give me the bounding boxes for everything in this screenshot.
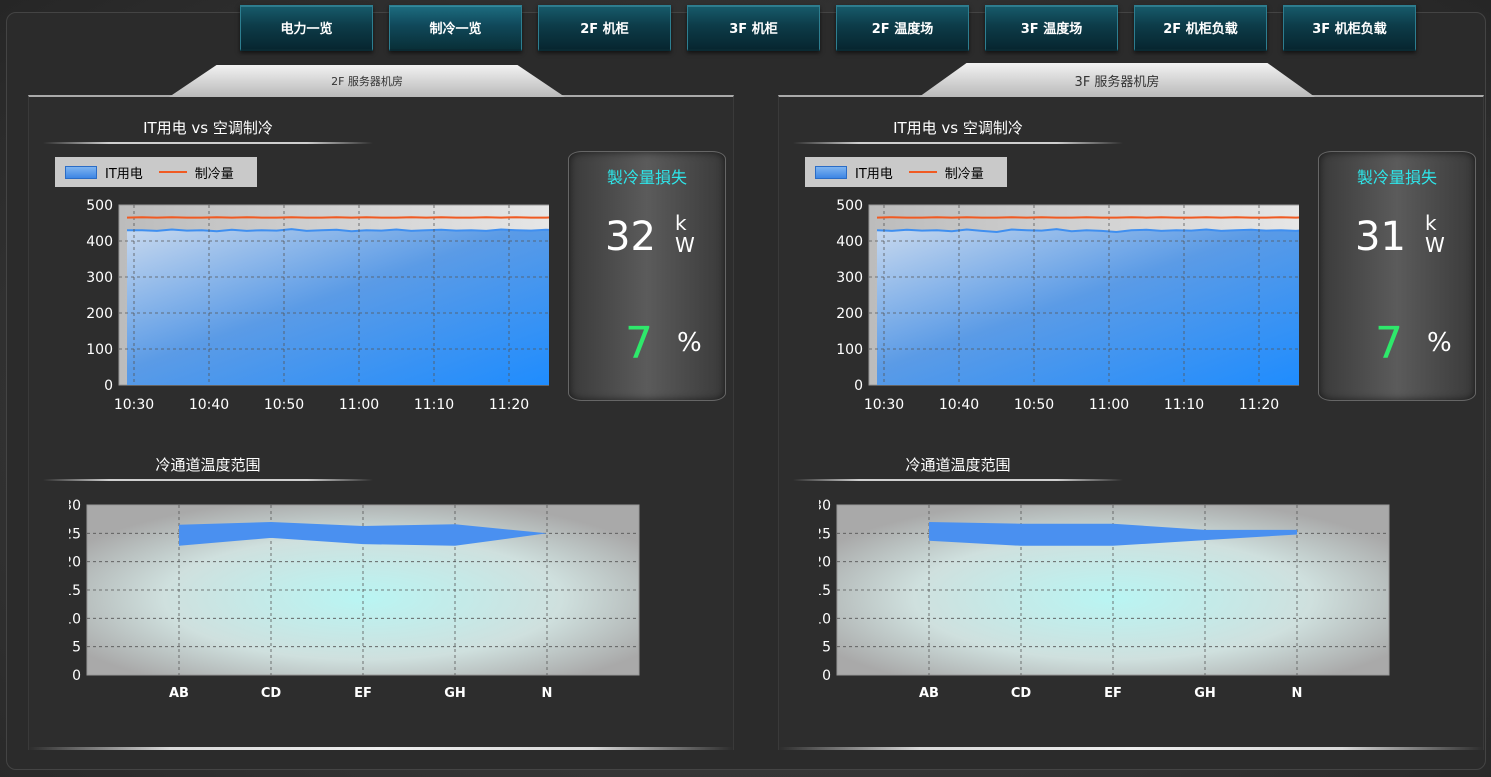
x-tick-label: 11:20: [489, 397, 529, 413]
it-power-area: [877, 229, 1299, 385]
x-tick-label: 11:20: [1239, 397, 1279, 413]
panel-2f-server-room: 2F 服务器机房 IT用电 vs 空调制冷 IT用电 制冷量 0 100 200 30…: [28, 65, 734, 750]
cooling-loss-percent-unit: %: [1427, 328, 1452, 358]
cooling-loss-percent-value: 7: [1375, 318, 1403, 369]
it-vs-cooling-title: IT用电 vs 空调制冷: [893, 119, 1023, 137]
y-tick-label: 200: [86, 306, 113, 322]
y-tick-label: 300: [86, 270, 113, 286]
x-tick-label: 10:30: [114, 397, 154, 413]
panel-3f-server-room: 3F 服务器机房 IT用电 vs 空调制冷 IT用电 制冷量 0 100 200 30…: [778, 63, 1484, 750]
it-vs-cooling-chart: 0 100 200 300 400 500 10:30 10:40 10:50 11:00 11:1…: [836, 198, 1299, 413]
legend-cooling-swatch: [908, 171, 937, 173]
x-tick-label: N: [1292, 686, 1303, 701]
x-tick-label: 11:10: [1164, 397, 1204, 413]
cooling-loss-card: 製冷量損失 31 kW 7 %: [1318, 151, 1476, 401]
cold-aisle-temp-chart: 0 5 10 15 20 25 30 AB CD EF GH N: [819, 498, 1390, 701]
x-tick-label: 10:30: [864, 397, 904, 413]
x-tick-label: GH: [444, 686, 466, 701]
y-tick-label: 100: [836, 342, 863, 358]
y-tick-label: 0: [854, 378, 863, 394]
legend-it-label: IT用电: [855, 166, 893, 182]
cold-aisle-temp-title: 冷通道温度范围: [155, 456, 261, 474]
y-tick-label: 100: [86, 342, 113, 358]
x-tick-label: 10:50: [1014, 397, 1054, 413]
it-power-area: [127, 229, 549, 385]
power-chart-legend: IT用电 制冷量: [55, 157, 257, 187]
y-tick-label: 300: [836, 270, 863, 286]
legend-it-swatch: [815, 165, 847, 179]
y-tick-label: 5: [822, 640, 831, 656]
y-tick-label: 500: [836, 198, 863, 214]
y-tick-label: 20: [819, 555, 831, 571]
panel-tab-3f[interactable]: 3F 服务器机房: [919, 63, 1315, 97]
top-nav: 电力一览 制冷一览 2F 机柜 3F 机柜 2F 温度场 3F 温度场 2F 机…: [240, 5, 1416, 51]
y-tick-label: 0: [822, 668, 831, 684]
y-tick-label: 200: [836, 306, 863, 322]
nav-3f-cabinet[interactable]: 3F 机柜: [687, 5, 820, 51]
cooling-loss-percent-unit: %: [677, 328, 702, 358]
x-tick-label: N: [542, 686, 553, 701]
legend-cooling-swatch: [158, 171, 187, 173]
x-tick-label: AB: [169, 686, 189, 701]
x-tick-label: 10:40: [939, 397, 979, 413]
y-tick-label: 15: [69, 583, 81, 599]
x-tick-label: 11:00: [339, 397, 379, 413]
nav-2f-cabinet[interactable]: 2F 机柜: [538, 5, 671, 51]
nav-cooling-overview[interactable]: 制冷一览: [389, 5, 522, 51]
x-tick-label: 10:40: [189, 397, 229, 413]
x-tick-label: EF: [354, 686, 372, 701]
title-underline: [43, 142, 373, 144]
cooling-loss-kw-unit: kW: [675, 211, 695, 257]
nav-3f-cabinet-load[interactable]: 3F 机柜负载: [1283, 5, 1416, 51]
y-tick-label: 10: [69, 611, 81, 627]
x-tick-label: 10:50: [264, 397, 304, 413]
nav-power-overview[interactable]: 电力一览: [240, 5, 373, 51]
y-tick-label: 0: [72, 668, 81, 684]
title-underline: [793, 479, 1123, 481]
y-tick-label: 400: [836, 234, 863, 250]
y-tick-label: 30: [69, 498, 81, 514]
cold-aisle-temp-chart: 0 5 10 15 20 25 30 AB CD EF GH N: [69, 498, 640, 701]
cold-aisle-temp-title: 冷通道温度范围: [905, 456, 1011, 474]
nav-3f-temperature-field[interactable]: 3F 温度场: [985, 5, 1118, 51]
x-tick-label: 11:10: [414, 397, 454, 413]
y-tick-label: 400: [86, 234, 113, 250]
legend-it-label: IT用电: [105, 166, 143, 182]
nav-2f-temperature-field[interactable]: 2F 温度场: [836, 5, 969, 51]
cooling-loss-kw-unit: kW: [1425, 211, 1445, 257]
y-tick-label: 20: [69, 555, 81, 571]
cooling-loss-title: 製冷量損失: [606, 168, 687, 187]
y-tick-label: 5: [72, 640, 81, 656]
title-underline: [43, 479, 373, 481]
panel-tab-2f[interactable]: 2F 服务器机房: [169, 65, 565, 97]
x-tick-label: EF: [1104, 686, 1122, 701]
it-vs-cooling-chart: 0 100 200 300 400 500 10:30 10:40 10:50 11:00 11:1…: [86, 198, 549, 413]
legend-it-swatch: [65, 165, 97, 179]
y-tick-label: 25: [819, 526, 831, 542]
x-tick-label: 11:00: [1089, 397, 1129, 413]
cooling-loss-kw-value: 32: [605, 214, 656, 260]
y-tick-label: 0: [104, 378, 113, 394]
cooling-loss-percent-value: 7: [625, 318, 653, 369]
y-tick-label: 30: [819, 498, 831, 514]
cooling-loss-kw-value: 31: [1355, 214, 1406, 260]
legend-cooling-label: 制冷量: [194, 166, 234, 182]
y-tick-label: 500: [86, 198, 113, 214]
cooling-loss-card: 製冷量損失 32 kW 7 %: [568, 151, 726, 401]
x-tick-label: AB: [919, 686, 939, 701]
y-tick-label: 15: [819, 583, 831, 599]
y-tick-label: 25: [69, 526, 81, 542]
cooling-loss-title: 製冷量損失: [1356, 168, 1437, 187]
nav-2f-cabinet-load[interactable]: 2F 机柜负载: [1134, 5, 1267, 51]
legend-cooling-label: 制冷量: [944, 166, 984, 182]
power-chart-legend: IT用电 制冷量: [805, 157, 1007, 187]
x-tick-label: GH: [1194, 686, 1216, 701]
x-tick-label: CD: [1011, 686, 1032, 701]
y-tick-label: 10: [819, 611, 831, 627]
x-tick-label: CD: [261, 686, 282, 701]
it-vs-cooling-title: IT用电 vs 空调制冷: [143, 119, 273, 137]
title-underline: [793, 142, 1123, 144]
